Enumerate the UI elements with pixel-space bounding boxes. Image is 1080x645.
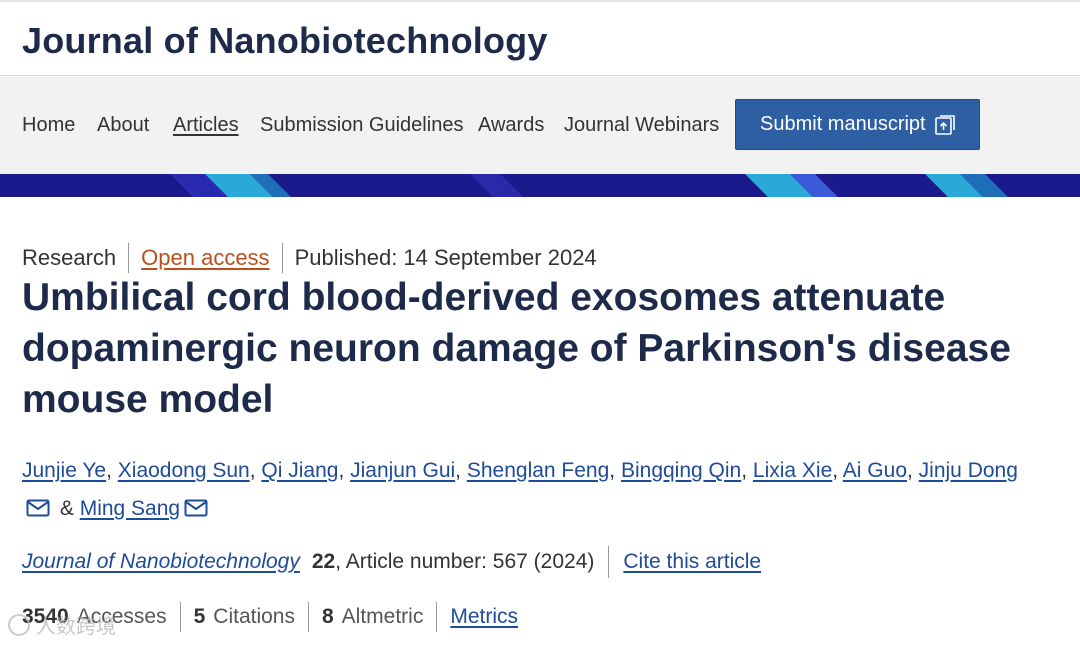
watermark-text: 人数跨境 [36,616,116,638]
cite-article-link[interactable]: Cite this article [623,550,761,574]
citation-volume: 22 [311,550,336,573]
author-link[interactable]: Lixia Xie [753,459,832,482]
external-submit-icon [935,115,955,135]
altmetric-label: Altmetric [341,605,424,628]
decorative-banner [0,174,1080,197]
article-meta: Research Open access Published: 14 Septe… [22,243,597,273]
watermark: 人数跨境 [8,610,116,639]
published-date: Published: 14 September 2024 [294,245,597,270]
author-link[interactable]: Qi Jiang [261,459,338,482]
divider [128,243,130,273]
divider [436,602,438,632]
author-link[interactable]: Xiaodong Sun [118,459,250,482]
watermark-logo-icon [8,613,30,636]
nav-item-awards[interactable]: Awards [478,114,544,137]
author-link[interactable]: Shenglan Feng [467,459,609,482]
nav-item-home[interactable]: Home [22,114,75,137]
citation-info: Journal of Nanobiotechnology 22 , Articl… [22,546,761,578]
citation-journal-link[interactable]: Journal of Nanobiotechnology [22,550,300,574]
nav-item-about[interactable]: About [97,114,149,137]
author-conjunction: & [59,497,74,520]
metrics-link[interactable]: Metrics [450,605,518,629]
citations-label: Citations [213,605,295,628]
article-type: Research [22,245,117,270]
submit-manuscript-button[interactable]: Submit manuscript [735,99,980,150]
author-link[interactable]: Jianjun Gui [350,459,455,482]
journal-title[interactable]: Journal of Nanobiotechnology [22,20,548,62]
main-nav: Home About Articles Submission Guideline… [0,77,1080,174]
site-header: Journal of Nanobiotechnology [0,0,1080,76]
citation-article-number: , Article number: 567 (2024) [335,550,595,573]
email-icon[interactable] [184,499,208,517]
citations-count: 5 [193,605,206,628]
altmetric-count: 8 [321,605,334,628]
email-icon[interactable] [26,499,50,517]
submit-manuscript-label: Submit manuscript [760,113,926,135]
divider [608,546,610,578]
article-title: Umbilical cord blood-derived exosomes at… [22,276,1011,421]
author-link[interactable]: Bingqing Qin [621,459,741,482]
nav-item-journal-webinars[interactable]: Journal Webinars [564,114,719,137]
open-access-link[interactable]: Open access [141,245,269,271]
author-link[interactable]: Ai Guo [843,459,907,482]
divider [307,602,309,632]
nav-item-articles[interactable]: Articles [173,114,239,137]
divider [179,602,181,632]
author-link[interactable]: Junjie Ye [22,459,106,482]
author-link[interactable]: Jinju Dong [919,459,1018,482]
author-list: Junjie Ye, Xiaodong Sun, Qi Jiang, Jianj… [22,459,1018,520]
divider [281,243,283,273]
author-link[interactable]: Ming Sang [80,497,180,520]
nav-item-submission-guidelines[interactable]: Submission Guidelines [260,114,463,137]
